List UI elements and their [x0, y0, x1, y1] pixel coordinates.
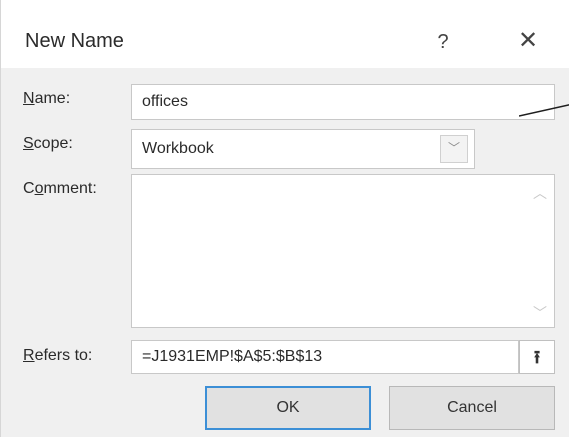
scope-select[interactable]: Workbook ﹀ — [131, 129, 475, 169]
scope-label-rest: cope: — [33, 135, 73, 152]
new-name-dialog: New Name ? ✕ Name: offices Scope: Workbo… — [0, 0, 569, 437]
name-label-rest: ame: — [34, 90, 71, 107]
close-icon[interactable]: ✕ — [513, 26, 543, 56]
ok-button[interactable]: OK — [205, 386, 371, 430]
name-input[interactable]: offices — [131, 84, 555, 120]
name-input-value: offices — [142, 93, 188, 110]
collapse-dialog-icon[interactable]: ⭱ — [519, 340, 555, 374]
title-bar: New Name ? ✕ — [1, 0, 569, 68]
cancel-button[interactable]: Cancel — [389, 386, 555, 430]
dialog-title: New Name — [25, 30, 124, 52]
refers-to-value: =J1931EMP!$A$5:$B$13 — [142, 348, 323, 365]
refers-to-input[interactable]: =J1931EMP!$A$5:$B$13 — [131, 340, 519, 374]
chevron-down-icon[interactable]: ﹀ — [526, 301, 554, 325]
comment-label-rest: mment: — [43, 180, 97, 197]
chevron-up-icon[interactable]: ︿ — [526, 181, 554, 205]
chevron-down-icon[interactable]: ﹀ — [440, 135, 468, 163]
comment-label: Comment: — [23, 180, 97, 197]
scope-label: Scope: — [23, 135, 73, 152]
comment-scrollbar[interactable]: ︿ ﹀ — [526, 175, 554, 327]
refers-to-label-rest: efers to: — [34, 347, 93, 364]
annotation-pointer-line — [519, 104, 569, 117]
name-label: Name: — [23, 90, 71, 107]
comment-textarea[interactable]: ︿ ﹀ — [131, 174, 555, 328]
scope-select-value: Workbook — [142, 140, 214, 157]
help-icon[interactable]: ? — [431, 28, 455, 56]
refers-to-label: Refers to: — [23, 347, 93, 364]
